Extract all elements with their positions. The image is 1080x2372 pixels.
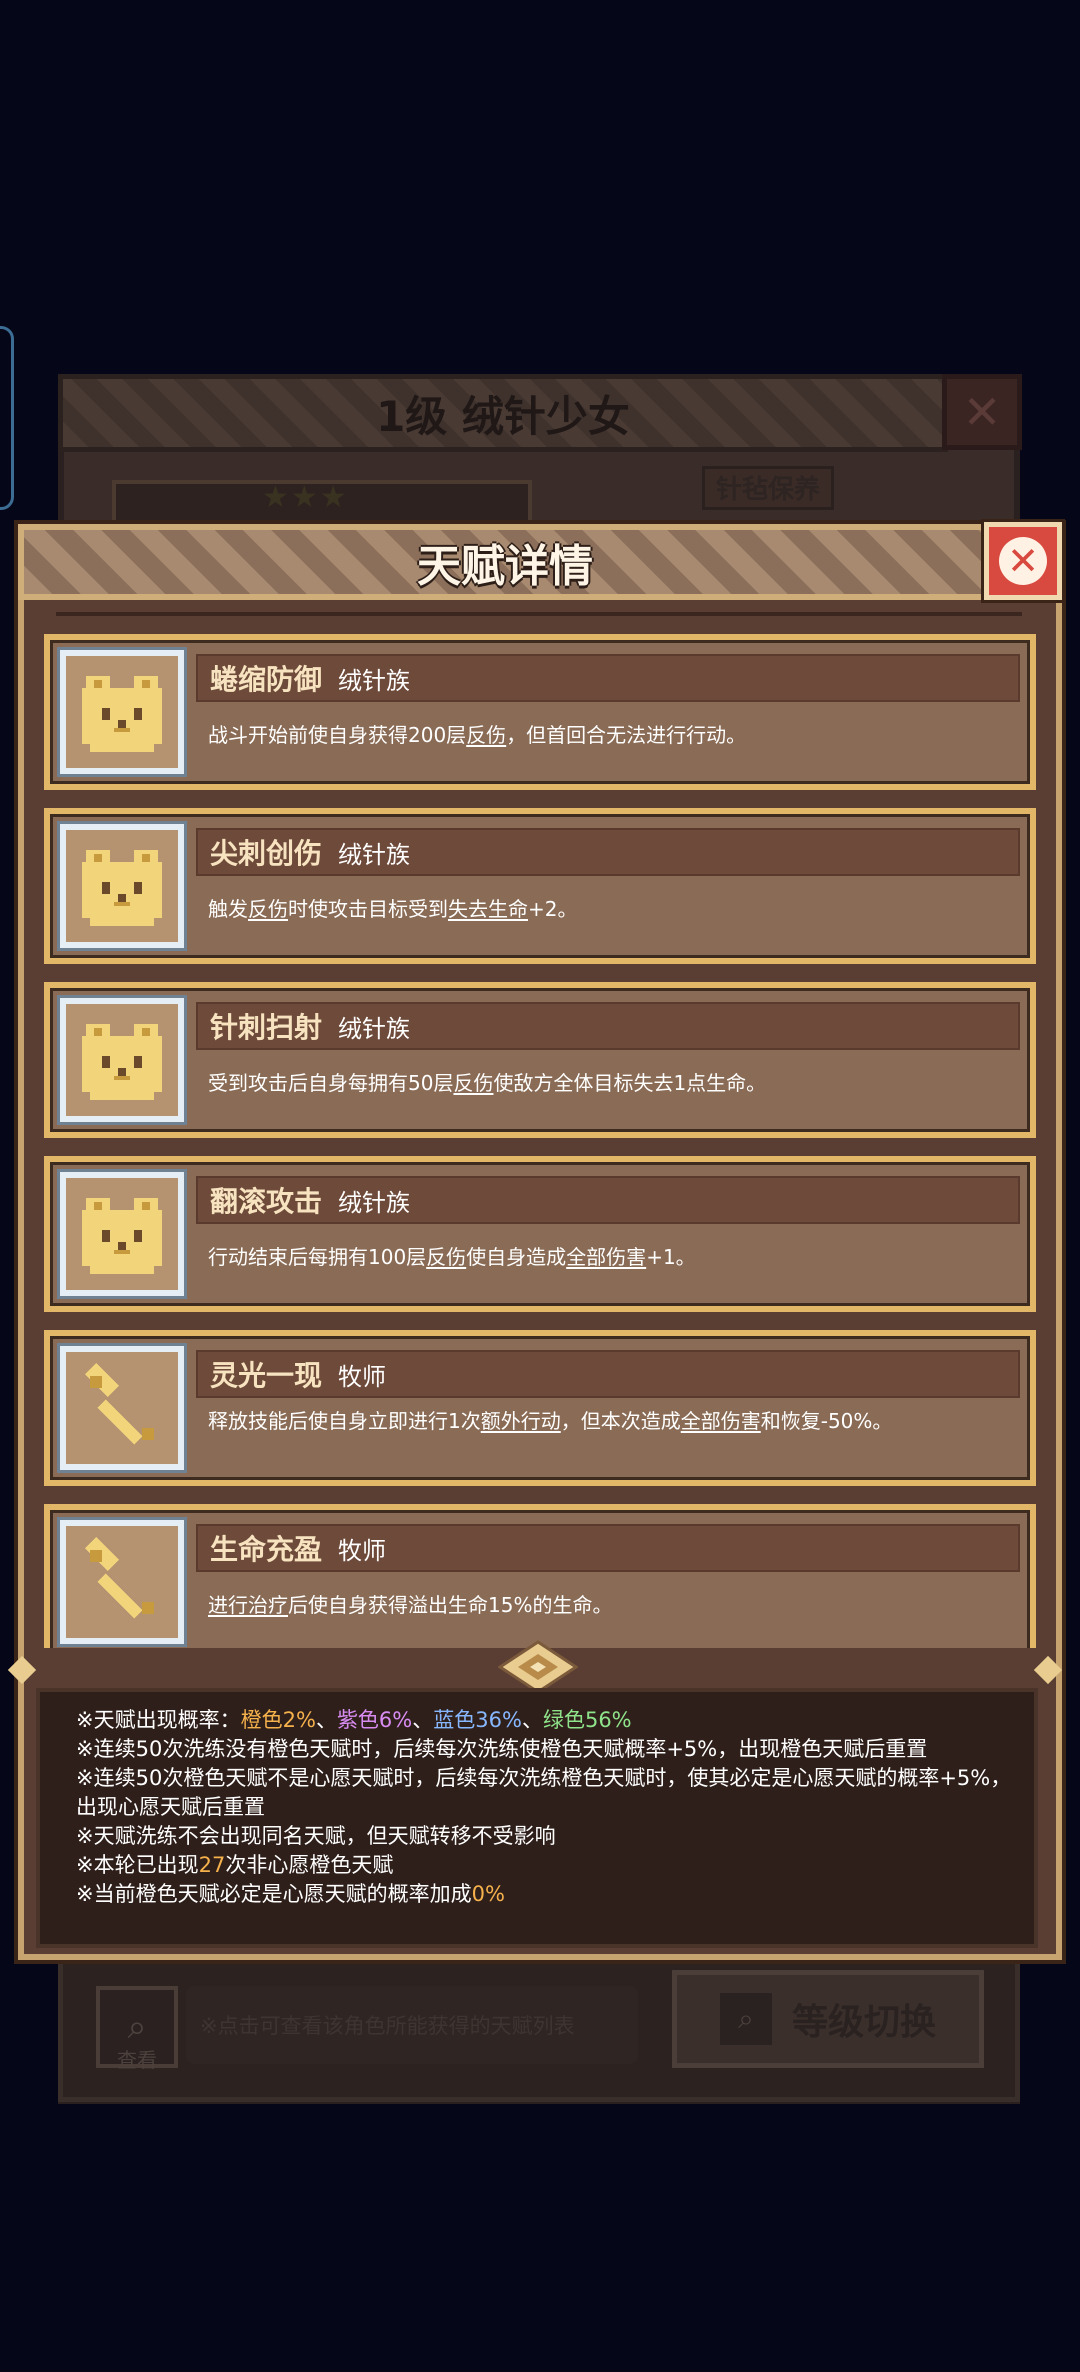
talent-card[interactable]: 针刺扫射 绒针族 受到攻击后自身每拥有50层反伤使敌方全体目标失去1点生命。	[44, 982, 1036, 1138]
desc-text: 时使攻击目标受到	[288, 897, 448, 921]
talent-name-bar: 生命充盈 牧师	[196, 1524, 1020, 1572]
count-value: 27	[198, 1853, 226, 1877]
info-separator: 、	[521, 1708, 543, 1732]
rate-green: 绿色56%	[542, 1708, 632, 1732]
talent-tribe: 牧师	[338, 1362, 387, 1391]
background-level-switch-label: 等级切换	[791, 2002, 936, 2043]
talent-name: 蜷缩防御	[210, 663, 323, 696]
talent-name: 翻滚攻击	[210, 1185, 323, 1218]
talent-card[interactable]: 尖刺创伤 绒针族 触发反伤时使攻击目标受到失去生命+2。	[44, 808, 1036, 964]
background-stars: ★★★	[262, 480, 349, 515]
talent-tribe: 绒针族	[338, 1014, 411, 1043]
hamster-icon	[60, 650, 184, 774]
desc-text: 行动结束后每拥有100层	[208, 1245, 427, 1269]
talent-list[interactable]: 蜷缩防御 绒针族 战斗开始前使自身获得200层反伤，但首回合无法进行行动。 尖刺…	[36, 626, 1044, 1648]
hamster-icon	[60, 824, 184, 948]
keyword-link[interactable]: 反伤	[426, 1245, 466, 1269]
info-panel: ※天赋出现概率：橙色2%、紫色6%、蓝色36%、绿色56% ※连续50次洗练没有…	[36, 1688, 1038, 1948]
info-line: ※连续50次洗练没有橙色天赋时，后续每次洗练使橙色天赋概率+5%，出现橙色天赋后…	[76, 1737, 928, 1761]
talent-card[interactable]: 生命充盈 牧师 进行治疗后使自身获得溢出生命15%的生命。	[44, 1504, 1036, 1648]
talent-card[interactable]: 蜷缩防御 绒针族 战斗开始前使自身获得200层反伤，但首回合无法进行行动。	[44, 634, 1036, 790]
background-tag: 针毡保养	[702, 466, 834, 510]
info-count-line: ※本轮已出现27次非心愿橙色天赋	[76, 1851, 1016, 1880]
hammer-icon	[60, 1346, 184, 1470]
close-button[interactable]: ✕	[984, 522, 1062, 600]
desc-text: 释放技能后使自身立即进行1次	[208, 1409, 481, 1433]
info-rate-line: ※天赋出现概率：橙色2%、紫色6%、蓝色36%、绿色56%	[76, 1706, 1016, 1735]
keyword-link[interactable]: 全部伤害	[681, 1409, 761, 1433]
talent-name: 针刺扫射	[210, 1011, 323, 1044]
background-close-icon: ✕	[942, 374, 1022, 450]
desc-text: ，但首回合无法进行行动。	[506, 723, 747, 747]
background-level-search-icon: ⌕	[719, 1993, 772, 2045]
hamster-icon	[60, 1172, 184, 1296]
keyword-link[interactable]: 全部伤害	[566, 1245, 646, 1269]
desc-text: 后使自身获得溢出生命15%的生命。	[288, 1593, 613, 1617]
talent-card[interactable]: 灵光一现 牧师 释放技能后使自身立即进行1次额外行动，但本次造成全部伤害和恢复-…	[44, 1330, 1036, 1486]
diamond-ornament-icon	[498, 1640, 578, 1694]
talent-description: 触发反伤时使攻击目标受到失去生命+2。	[208, 894, 988, 924]
talent-name: 灵光一现	[210, 1359, 323, 1392]
hammer-icon	[60, 1520, 184, 1644]
talent-description: 行动结束后每拥有100层反伤使自身造成全部伤害+1。	[208, 1242, 988, 1272]
talent-name: 尖刺创伤	[210, 837, 323, 870]
keyword-link[interactable]: 反伤	[248, 897, 288, 921]
background-window-title: 1级 绒针少女	[376, 391, 630, 441]
background-view-label: 查看	[117, 2048, 157, 2072]
keyword-link[interactable]: 反伤	[453, 1071, 493, 1095]
talent-name-bar: 针刺扫射 绒针族	[196, 1002, 1020, 1050]
keyword-link[interactable]: 额外行动	[481, 1409, 561, 1433]
desc-text: 战斗开始前使自身获得200层	[208, 723, 467, 747]
rate-orange: 橙色2%	[240, 1708, 316, 1732]
talent-name-bar: 蜷缩防御 绒针族	[196, 654, 1020, 702]
info-line: ※连续50次橙色天赋不是心愿天赋时，后续每次洗练橙色天赋时，使其必定是心愿天赋的…	[76, 1766, 1012, 1819]
info-text: ※天赋出现概率：	[76, 1708, 241, 1732]
rate-purple: 紫色6%	[336, 1708, 413, 1732]
talent-tribe: 牧师	[338, 1536, 387, 1565]
desc-text: ，但本次造成	[560, 1409, 681, 1433]
info-bonus-line: ※当前橙色天赋必定是心愿天赋的概率加成0%	[76, 1880, 1016, 1909]
talent-name-bar: 翻滚攻击 绒针族	[196, 1176, 1020, 1224]
background-hint-text: ※点击可查看该角色所能获得的天赋列表	[186, 1986, 638, 2064]
info-text: 次非心愿橙色天赋	[225, 1853, 394, 1877]
talent-name: 生命充盈	[210, 1533, 323, 1566]
talent-name-bar: 灵光一现 牧师	[196, 1350, 1020, 1398]
desc-text: 使自身造成	[466, 1245, 567, 1269]
info-separator: 、	[315, 1708, 337, 1732]
keyword-link[interactable]: 进行治疗	[208, 1593, 288, 1617]
desc-text: +1。	[646, 1245, 696, 1269]
info-line: ※天赋洗练不会出现同名天赋，但天赋转移不受影响	[76, 1824, 556, 1848]
bonus-value: 0%	[471, 1882, 505, 1906]
talent-name-bar: 尖刺创伤 绒针族	[196, 828, 1020, 876]
desc-text: +2。	[528, 897, 578, 921]
background-level-switch-button: ⌕ 等级切换	[672, 1970, 984, 2068]
hamster-icon	[60, 998, 184, 1122]
dialog-title: 天赋详情	[417, 541, 593, 592]
keyword-link[interactable]: 反伤	[466, 723, 506, 747]
talent-description: 进行治疗后使自身获得溢出生命15%的生命。	[208, 1590, 988, 1620]
desc-text: 和恢复-50%。	[760, 1409, 893, 1433]
talent-tribe: 绒针族	[338, 1188, 411, 1217]
close-icon: ✕	[999, 537, 1047, 585]
rate-blue: 蓝色36%	[433, 1708, 522, 1732]
divider	[56, 612, 1022, 616]
talent-tribe: 绒针族	[338, 840, 411, 869]
desc-text: 受到攻击后自身每拥有50层	[208, 1071, 454, 1095]
talent-description: 释放技能后使自身立即进行1次额外行动，但本次造成全部伤害和恢复-50%。	[208, 1406, 988, 1436]
left-edge-tab	[0, 326, 14, 510]
desc-text: 触发	[208, 897, 248, 921]
talent-description: 受到攻击后自身每拥有50层反伤使敌方全体目标失去1点生命。	[208, 1068, 988, 1098]
info-text: ※当前橙色天赋必定是心愿天赋的概率加成	[76, 1882, 472, 1906]
info-text: ※本轮已出现	[76, 1853, 199, 1877]
talent-description: 战斗开始前使自身获得200层反伤，但首回合无法进行行动。	[208, 720, 988, 750]
talent-tribe: 绒针族	[338, 666, 411, 695]
keyword-link[interactable]: 失去生命	[448, 897, 528, 921]
talent-card[interactable]: 翻滚攻击 绒针族 行动结束后每拥有100层反伤使自身造成全部伤害+1。	[44, 1156, 1036, 1312]
info-separator: 、	[412, 1708, 434, 1732]
desc-text: 使敌方全体目标失去1点生命。	[493, 1071, 767, 1095]
